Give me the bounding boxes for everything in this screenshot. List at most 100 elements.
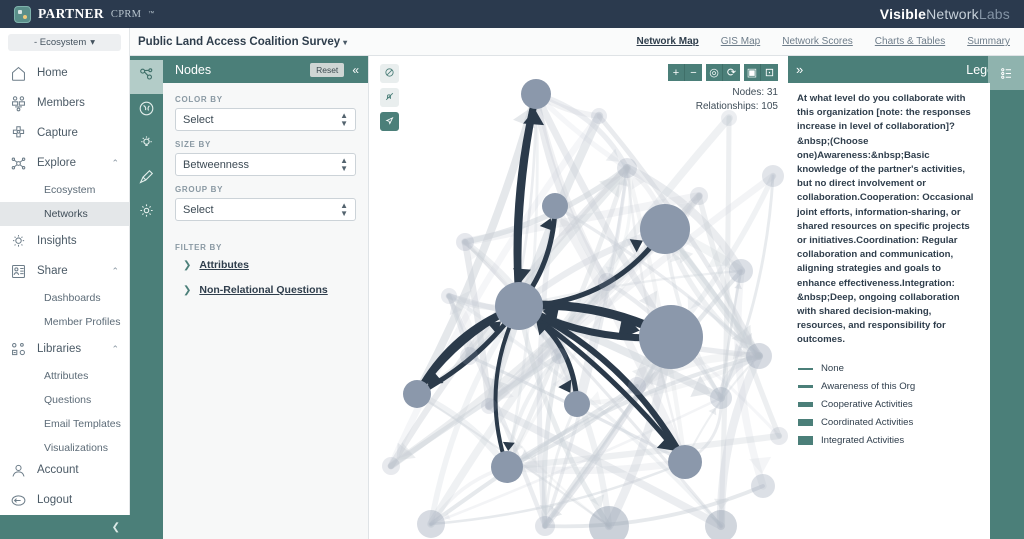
sidebar-item-label: Members — [37, 97, 85, 109]
graph-node[interactable] — [535, 516, 555, 536]
graph-node[interactable] — [751, 474, 775, 498]
sidebar-item-account[interactable]: Account — [0, 455, 130, 485]
tab-charts-tables[interactable]: Charts & Tables — [875, 36, 945, 47]
graph-node[interactable] — [491, 451, 523, 483]
sidebar-subitem-label: Attributes — [44, 370, 89, 382]
graph-node[interactable] — [521, 79, 551, 109]
ecosystem-selector[interactable]: - Ecosystem ▾ — [8, 34, 121, 51]
graph-node[interactable] — [481, 398, 497, 414]
filter-attributes[interactable]: ❯ Attributes — [175, 259, 356, 271]
graph-node[interactable] — [382, 457, 400, 475]
hide-labels-toggle[interactable] — [380, 88, 399, 107]
graph-node[interactable] — [628, 377, 646, 395]
graph-node[interactable] — [617, 158, 637, 178]
save-button[interactable]: ⊡ — [761, 64, 778, 81]
sidebar-item-attributes[interactable]: Attributes — [0, 364, 129, 388]
sidebar-item-ecosystem[interactable]: Ecosystem — [0, 178, 129, 202]
share-icon — [10, 263, 27, 280]
graph-node[interactable] — [770, 427, 788, 445]
sidebar-collapse-button[interactable]: ❮ — [0, 515, 130, 539]
tab-network-map[interactable]: Network Map — [637, 36, 699, 47]
expand-panel-icon[interactable]: » — [796, 62, 803, 77]
zoom-out-button[interactable]: − — [685, 64, 702, 81]
graph-node[interactable] — [729, 259, 753, 283]
sidebar-item-questions[interactable]: Questions — [0, 388, 129, 412]
chevron-left-icon: ❮ — [111, 521, 120, 533]
graph-node[interactable] — [456, 233, 474, 251]
pointer-tool[interactable] — [380, 112, 399, 131]
partner-brand[interactable]: PARTNER CPRM ™ — [14, 5, 154, 23]
graph-node[interactable] — [710, 387, 732, 409]
sidebar-item-dashboards[interactable]: Dashboards — [0, 286, 129, 310]
tab-summary[interactable]: Summary — [967, 36, 1010, 47]
sidebar-subitem-label: Networks — [44, 208, 88, 220]
paintbrush-icon — [138, 168, 155, 190]
screenshot-button[interactable]: ▣ — [744, 64, 761, 81]
graph-node[interactable] — [403, 380, 431, 408]
sidebar-item-libraries[interactable]: Libraries ⌃ — [0, 334, 129, 364]
color-by-value: Select — [183, 113, 214, 126]
chevron-up-icon: ⌃ — [111, 343, 119, 354]
group-by-select[interactable]: Select ▲ ▼ — [175, 198, 356, 221]
ecosystem-selector-label: - Ecosystem — [33, 37, 87, 48]
rail-style-tool[interactable] — [130, 162, 163, 196]
graph-node[interactable] — [441, 288, 457, 304]
graph-node[interactable] — [495, 282, 543, 330]
rail-nodes-tool[interactable] — [130, 60, 163, 94]
graph-node[interactable] — [598, 273, 616, 291]
layout-button-group: ◎ ⟳ — [706, 64, 740, 81]
sidebar-item-insights[interactable]: Insights — [0, 226, 129, 256]
sidebar-item-share[interactable]: Share ⌃ — [0, 256, 129, 286]
graph-node[interactable] — [460, 347, 478, 365]
sidebar-item-member-profiles[interactable]: Member Profiles — [0, 310, 129, 334]
legend-swatch — [798, 419, 813, 427]
size-by-select[interactable]: Betweenness ▲ ▼ — [175, 153, 356, 176]
filter-non-relational-questions[interactable]: ❯ Non-Relational Questions — [175, 284, 356, 296]
legend-list-icon[interactable] — [988, 56, 1024, 90]
graph-node[interactable] — [762, 165, 784, 187]
rail-settings-tool[interactable] — [130, 196, 163, 230]
sidebar-item-members[interactable]: Members — [0, 88, 129, 118]
capture-icon — [10, 125, 27, 142]
cursor-pointer-icon — [384, 113, 395, 131]
reset-button[interactable]: Reset — [310, 62, 345, 77]
graph-node[interactable] — [589, 506, 629, 539]
sidebar-subitem-label: Questions — [44, 394, 92, 406]
partner-logo-icon — [14, 5, 31, 23]
graph-node[interactable] — [668, 445, 702, 479]
tab-network-scores[interactable]: Network Scores — [782, 36, 853, 47]
sidebar-item-logout[interactable]: Logout — [0, 485, 130, 515]
canvas-left-toolbar — [380, 64, 399, 136]
graph-node[interactable] — [639, 305, 703, 369]
graph-node[interactable] — [690, 187, 708, 205]
graph-node[interactable] — [746, 343, 772, 369]
sidebar-item-networks[interactable]: Networks — [0, 202, 129, 226]
graph-node[interactable] — [417, 510, 445, 538]
graph-node[interactable] — [564, 391, 590, 417]
brand-name: PARTNER — [38, 6, 104, 21]
refresh-layout-button[interactable]: ⟳ — [723, 64, 740, 81]
sidebar-item-home[interactable]: Home — [0, 58, 129, 88]
sidebar-item-explore[interactable]: Explore ⌃ — [0, 148, 129, 178]
recenter-button[interactable]: ◎ — [706, 64, 723, 81]
filter-attributes-label: Attributes — [199, 259, 249, 271]
tab-gis-map[interactable]: GIS Map — [721, 36, 760, 47]
legend-item-label: Integrated Activities — [821, 435, 905, 447]
zoom-in-button[interactable]: + — [668, 64, 685, 81]
color-by-select[interactable]: Select ▲ ▼ — [175, 108, 356, 131]
rail-clusters-tool[interactable] — [130, 94, 163, 128]
graph-node[interactable] — [591, 108, 607, 124]
sidebar-item-email-templates[interactable]: Email Templates — [0, 412, 129, 436]
sidebar-item-capture[interactable]: Capture — [0, 118, 129, 148]
graph-node[interactable] — [542, 193, 568, 219]
rail-insights-tool[interactable] — [130, 128, 163, 162]
vnl-part-2: Network — [926, 6, 979, 22]
graph-node[interactable] — [640, 204, 690, 254]
network-graph-canvas[interactable]: + − ◎ ⟳ ▣ ⊡ Nodes: 31 Relationships: 105 — [369, 56, 788, 539]
graph-node[interactable] — [551, 348, 567, 364]
sidebar-item-label: Libraries — [37, 343, 82, 355]
hide-nodes-toggle[interactable] — [380, 64, 399, 83]
survey-title-dropdown[interactable]: Public Land Access Coalition Survey ▾ — [138, 36, 347, 48]
content-header: Public Land Access Coalition Survey ▾ Net… — [130, 28, 1024, 56]
collapse-panel-icon[interactable]: « — [350, 63, 361, 77]
